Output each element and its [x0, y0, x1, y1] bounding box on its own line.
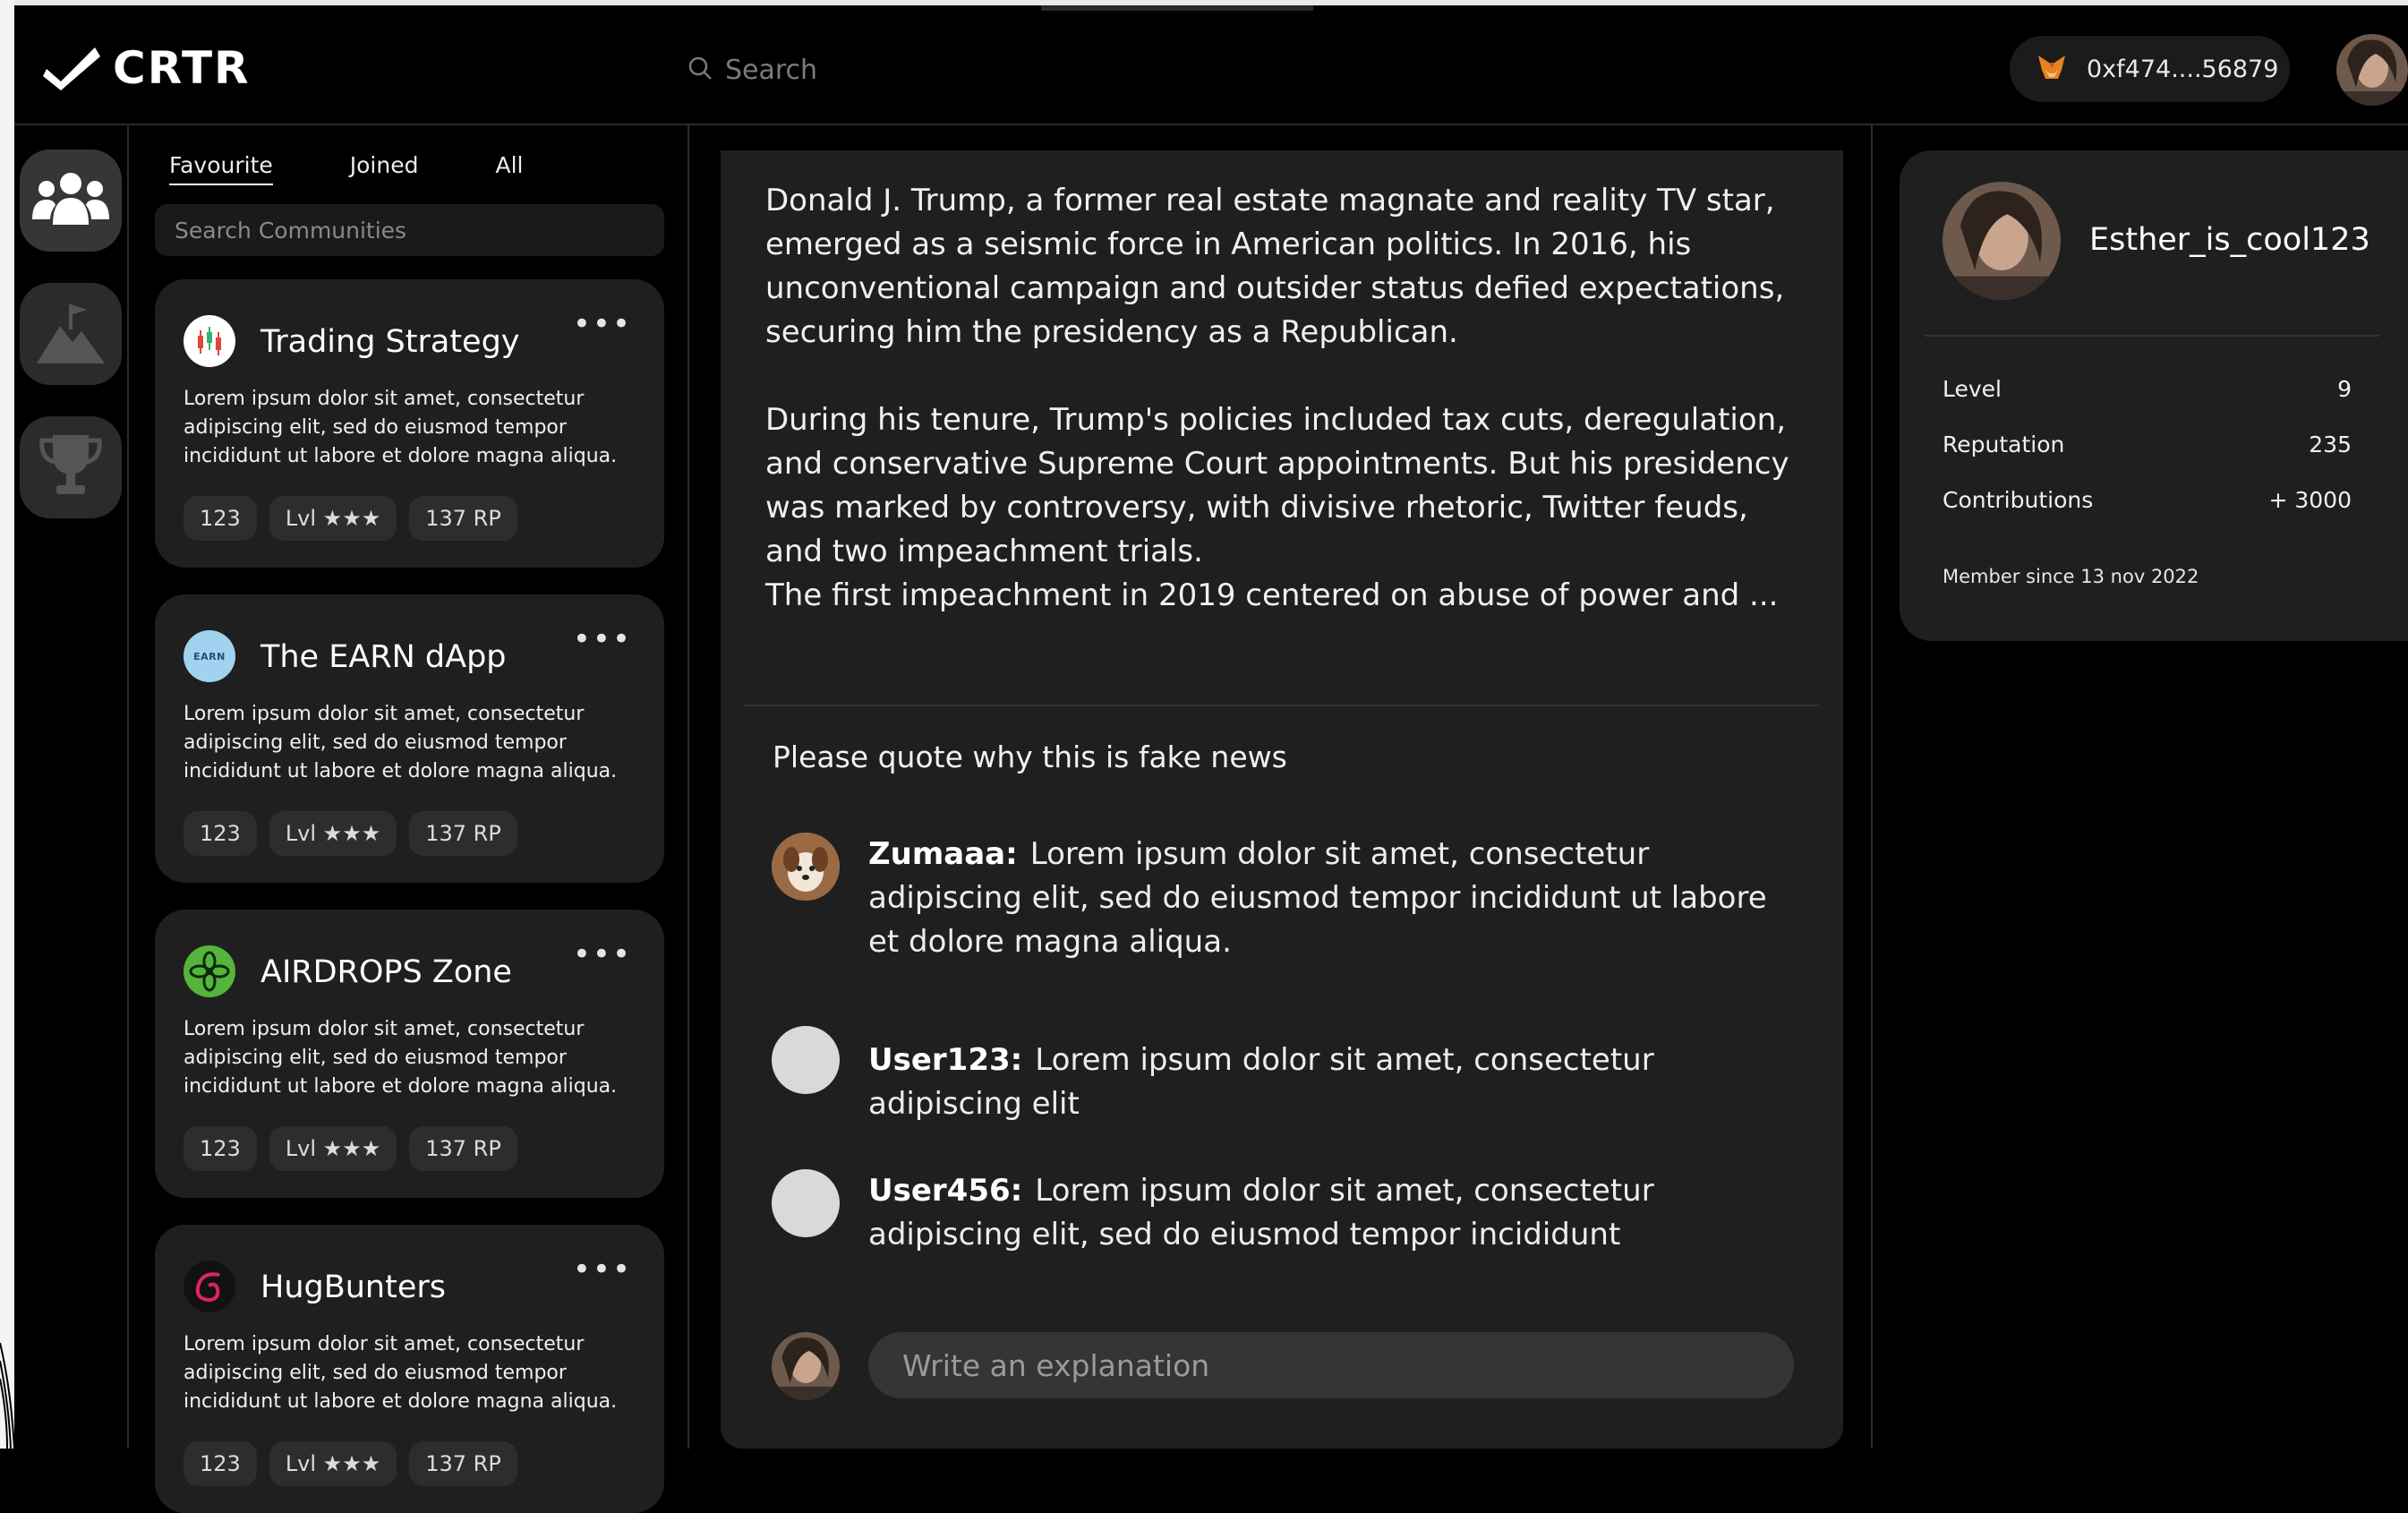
wallet-address: 0xf474....56879: [2087, 55, 2279, 83]
comment-text: User123: Lorem ipsum dolor sit amet, cons…: [868, 1026, 1801, 1126]
community-name: Trading Strategy: [260, 324, 520, 360]
mountain-flag-icon: [37, 301, 105, 367]
member-count-badge: 123: [184, 1126, 257, 1171]
comment-text: Zumaaa: Lorem ipsum dolor sit amet, conse…: [868, 833, 1801, 964]
community-tabs: Favourite Joined All: [169, 152, 600, 185]
community-search-input[interactable]: Search Communities: [155, 204, 664, 256]
stat-value: 235: [2309, 432, 2352, 457]
people-group-icon: [29, 169, 113, 232]
stat-label: Reputation: [1943, 432, 2065, 457]
comment: User123: Lorem ipsum dolor sit amet, cons…: [772, 1026, 1801, 1126]
profile-divider: [1925, 335, 2379, 337]
leaderboard-nav-button[interactable]: [20, 416, 122, 518]
comment-text: User456: Lorem ipsum dolor sit amet, cons…: [868, 1169, 1801, 1257]
tab-favourite[interactable]: Favourite: [169, 152, 273, 185]
search-placeholder: Search: [725, 54, 818, 86]
explanation-input[interactable]: Write an explanation: [868, 1332, 1794, 1398]
community-card[interactable]: EARN The EARN dApp ••• Lorem ipsum dolor…: [155, 594, 664, 883]
swirl-icon: [184, 1261, 235, 1312]
decorative-lines: [0, 1325, 15, 1452]
compose-avatar: [772, 1332, 840, 1400]
post-question: Please quote why this is fake news: [773, 739, 1287, 774]
post-paragraph: During his tenure, Trump's policies incl…: [765, 402, 1789, 569]
comment-username[interactable]: User456:: [868, 1173, 1022, 1209]
stat-value: 9: [2337, 376, 2352, 402]
search-icon: [687, 56, 713, 84]
explanation-placeholder: Write an explanation: [902, 1347, 1210, 1383]
comment: User456: Lorem ipsum dolor sit amet, cons…: [772, 1169, 1801, 1257]
candlestick-icon: [184, 315, 235, 367]
top-bar-tab-indicator: [1041, 5, 1313, 11]
community-card[interactable]: Trading Strategy ••• Lorem ipsum dolor s…: [155, 279, 664, 568]
fox-wallet-icon: [2037, 54, 2067, 84]
stat-level: Level 9: [1943, 376, 2352, 402]
checkmark-logo-icon: [43, 42, 100, 94]
community-card[interactable]: HugBunters ••• Lorem ipsum dolor sit ame…: [155, 1225, 664, 1513]
stat-label: Contributions: [1943, 487, 2094, 513]
stat-label: Level: [1943, 376, 2002, 402]
post-divider: [745, 705, 1819, 706]
earn-logo: EARN: [184, 630, 235, 682]
community-description: Lorem ipsum dolor sit amet, consectetur …: [184, 388, 618, 467]
trophy-icon: [37, 432, 105, 503]
rail-divider: [127, 125, 129, 1449]
community-description: Lorem ipsum dolor sit amet, consectetur …: [184, 1333, 618, 1413]
global-search[interactable]: Search: [687, 48, 817, 91]
more-options-icon[interactable]: •••: [573, 936, 632, 972]
community-name: AIRDROPS Zone: [260, 954, 512, 990]
panel-divider-left: [687, 125, 689, 1449]
profile-username: Esther_is_cool123: [2089, 222, 2370, 258]
tab-joined[interactable]: Joined: [350, 152, 419, 185]
member-since: Member since 13 nov 2022: [1943, 566, 2199, 587]
member-count-badge: 123: [184, 811, 257, 856]
member-count-badge: 123: [184, 496, 257, 541]
post-paragraph: The first impeachment in 2019 centered o…: [765, 577, 1779, 613]
profile-avatar[interactable]: [1943, 182, 2061, 300]
app-name: CRTR: [113, 42, 251, 94]
more-options-icon[interactable]: •••: [573, 621, 632, 657]
comment-username[interactable]: Zumaaa:: [868, 836, 1018, 872]
level-badge: Lvl ★★★: [269, 811, 397, 856]
more-options-icon[interactable]: •••: [573, 1252, 632, 1287]
comment-avatar[interactable]: [772, 1026, 840, 1094]
level-badge: Lvl ★★★: [269, 496, 397, 541]
community-description: Lorem ipsum dolor sit amet, consectetur …: [184, 703, 618, 782]
stat-reputation: Reputation 235: [1943, 432, 2352, 457]
community-name: HugBunters: [260, 1269, 446, 1305]
tab-all[interactable]: All: [495, 152, 523, 185]
stat-value: + 3000: [2268, 487, 2352, 513]
window-left-edge: [0, 0, 14, 1449]
community-description: Lorem ipsum dolor sit amet, consectetur …: [184, 1018, 618, 1098]
rp-badge: 137 RP: [409, 496, 517, 541]
level-badge: Lvl ★★★: [269, 1126, 397, 1171]
communities-nav-button[interactable]: [20, 150, 122, 252]
app-logo[interactable]: CRTR: [43, 39, 251, 97]
community-card[interactable]: AIRDROPS Zone ••• Lorem ipsum dolor sit …: [155, 910, 664, 1198]
comment-avatar[interactable]: [772, 1169, 840, 1237]
stat-contributions: Contributions + 3000: [1943, 487, 2352, 513]
user-avatar[interactable]: [2336, 34, 2408, 106]
post-paragraph: Donald J. Trump, a former real estate ma…: [765, 183, 1785, 350]
rp-badge: 137 RP: [409, 1126, 517, 1171]
comment-username[interactable]: User123:: [868, 1042, 1022, 1078]
more-options-icon[interactable]: •••: [573, 306, 632, 342]
wallet-button[interactable]: 0xf474....56879: [2010, 36, 2290, 102]
rp-badge: 137 RP: [409, 811, 517, 856]
flower-icon: [184, 945, 235, 997]
community-name: The EARN dApp: [260, 639, 507, 675]
post-body: Donald J. Trump, a former real estate ma…: [765, 179, 1795, 618]
challenges-nav-button[interactable]: [20, 283, 122, 385]
earn-logo-text: EARN: [193, 650, 226, 662]
community-search-placeholder: Search Communities: [175, 217, 407, 244]
comment-avatar[interactable]: [772, 833, 840, 901]
panel-divider-right: [1871, 125, 1873, 1449]
comment: Zumaaa: Lorem ipsum dolor sit amet, conse…: [772, 833, 1801, 964]
